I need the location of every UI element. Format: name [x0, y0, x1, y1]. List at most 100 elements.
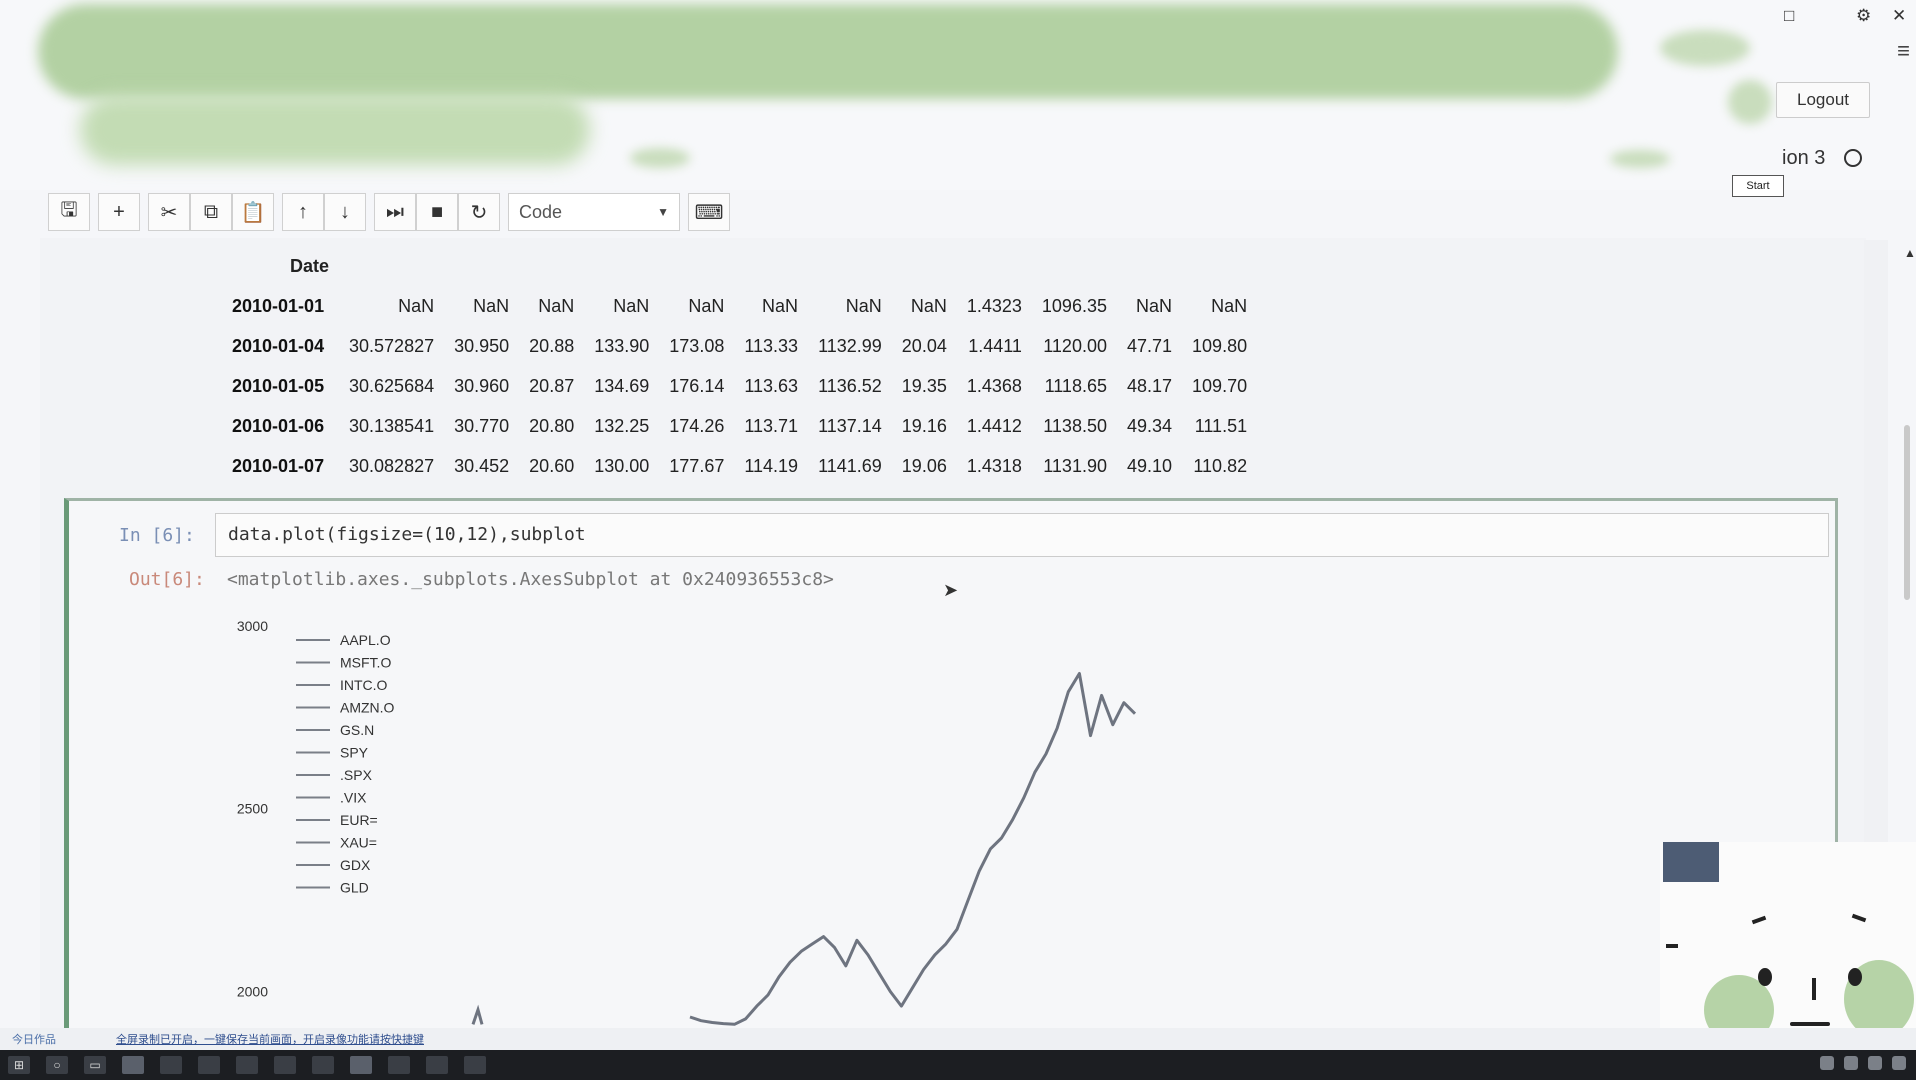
webcam-dark-region — [1663, 842, 1719, 882]
restore-icon[interactable]: □ — [1784, 6, 1794, 26]
table-cell: 113.71 — [744, 415, 799, 436]
table-row: 2010-01-01 NaN NaN NaN NaN NaN NaN NaN NaN 1.4323… — [220, 286, 1257, 326]
table-cell: 19.35 — [901, 375, 947, 396]
legend-label: .SPX — [340, 767, 373, 783]
mouse-cursor-icon: ➤ — [943, 580, 959, 600]
tray-icon[interactable] — [1892, 1056, 1906, 1070]
keyboard-icon[interactable]: ⌨ — [688, 193, 730, 231]
code-editor[interactable]: data.plot(figsize=(10,12),subplot — [215, 513, 1829, 557]
webcam-nose — [1812, 978, 1816, 1000]
move-down-icon[interactable]: ↓ — [324, 193, 366, 231]
table-cell: 1141.69 — [818, 455, 882, 476]
paste-icon[interactable]: 📋 — [232, 193, 274, 231]
app-icon[interactable] — [274, 1056, 296, 1074]
table-cell: NaN — [845, 295, 882, 316]
legend-label: .VIX — [340, 790, 367, 806]
table-cell: 109.70 — [1192, 375, 1248, 396]
table-cell: 113.63 — [744, 375, 799, 396]
app-icon[interactable] — [464, 1056, 486, 1074]
legend-label: AAPL.O — [340, 632, 391, 648]
app-icon[interactable] — [388, 1056, 410, 1074]
settings-icon[interactable]: ⚙ — [1856, 6, 1871, 26]
table-cell: 19.06 — [901, 455, 947, 476]
table-cell: NaN — [473, 295, 510, 316]
output-text: <matplotlib.axes._subplots.AxesSubplot a… — [227, 569, 834, 590]
add-cell-icon[interactable]: + — [98, 193, 140, 231]
table-cell: NaN — [613, 295, 650, 316]
app-icon[interactable] — [236, 1056, 258, 1074]
status-message[interactable]: 全屏录制已开启，一键保存当前画面，开启录像功能请按快捷键 — [116, 1031, 424, 1047]
row-index: 2010-01-07 — [232, 455, 325, 476]
blurred-title-banner — [38, 4, 1618, 99]
save-icon[interactable]: 🖫 — [48, 193, 90, 231]
restart-icon[interactable]: ↻ — [458, 193, 500, 231]
cut-icon[interactable]: ✂ — [148, 193, 190, 231]
table-cell: NaN — [1211, 295, 1248, 316]
stop-icon[interactable]: ■ — [416, 193, 458, 231]
table-cell: 49.34 — [1126, 415, 1173, 436]
legend-label: INTC.O — [340, 677, 388, 693]
tray-icon[interactable] — [1820, 1056, 1834, 1070]
legend-label: GLD — [340, 880, 369, 896]
table-cell: 30.082827 — [349, 455, 435, 476]
table-cell: 48.17 — [1126, 375, 1173, 396]
copy-icon[interactable]: ⧉ — [190, 193, 232, 231]
app-icon[interactable] — [350, 1056, 372, 1074]
table-cell: 20.88 — [529, 335, 575, 356]
table-row: 2010-01-06 30.138541 30.770 20.80 132.25 174.… — [220, 406, 1257, 446]
input-prompt: In [6]: — [119, 525, 195, 546]
run-icon[interactable]: ⏭ — [374, 193, 416, 231]
table-cell: 30.138541 — [349, 415, 435, 436]
table-cell: 1132.99 — [818, 335, 882, 356]
scroll-up-icon[interactable]: ▲ — [1904, 246, 1916, 260]
table-cell: 1120.00 — [1043, 335, 1107, 356]
series-line-fragment — [471, 1004, 484, 1025]
table-cell: 130.00 — [594, 455, 650, 476]
task-view-icon[interactable]: ▭ — [84, 1056, 106, 1074]
system-tray — [1820, 1056, 1906, 1070]
table-cell: 1137.14 — [818, 415, 882, 436]
series-line — [689, 672, 1137, 1026]
row-index: 2010-01-04 — [232, 335, 325, 356]
app-icon[interactable] — [426, 1056, 448, 1074]
table-cell: 47.71 — [1126, 335, 1173, 356]
menu-icon[interactable]: ≡ — [1897, 38, 1910, 64]
taskbar: ⊞ ○ ▭ — [0, 1050, 1916, 1080]
table-cell: 30.625684 — [349, 375, 435, 396]
table-cell: 1.4368 — [966, 375, 1022, 396]
move-up-icon[interactable]: ↑ — [282, 193, 324, 231]
table-cell: 110.82 — [1193, 455, 1248, 476]
table-cell: 30.770 — [454, 415, 510, 436]
tooltip: Start — [1732, 175, 1784, 197]
start-icon[interactable]: ⊞ — [8, 1056, 30, 1074]
app-icon[interactable] — [198, 1056, 220, 1074]
close-icon[interactable]: ✕ — [1892, 6, 1906, 26]
browser-icon[interactable] — [122, 1056, 144, 1074]
legend-label: MSFT.O — [340, 655, 391, 671]
table-cell: 177.67 — [669, 455, 725, 476]
cell-type-select[interactable]: Code ▼ — [508, 193, 680, 231]
logout-button[interactable]: Logout — [1776, 82, 1870, 118]
table-cell: 1.4412 — [966, 415, 1022, 436]
blurred-menu-banner — [80, 95, 590, 165]
table-cell: 109.80 — [1192, 335, 1248, 356]
table-cell: 20.60 — [529, 455, 575, 476]
table-cell: 1.4323 — [966, 295, 1022, 316]
table-cell: 30.950 — [454, 335, 510, 356]
webcam-mouth — [1790, 1022, 1830, 1026]
tray-icon[interactable] — [1844, 1056, 1858, 1070]
row-index: 2010-01-05 — [232, 375, 325, 396]
table-cell: NaN — [538, 295, 575, 316]
app-icon[interactable] — [312, 1056, 334, 1074]
table-cell: 1.4318 — [966, 455, 1022, 476]
legend-label: GS.N — [340, 722, 374, 738]
table-row: 2010-01-04 30.572827 30.950 20.88 133.90 173.… — [220, 326, 1257, 366]
output-prompt: Out[6]: — [129, 569, 205, 590]
search-icon[interactable]: ○ — [46, 1056, 68, 1074]
table-cell: 114.19 — [744, 455, 799, 476]
tray-icon[interactable] — [1868, 1056, 1882, 1070]
table-cell: 30.452 — [454, 455, 510, 476]
scrollbar-thumb[interactable] — [1904, 425, 1910, 600]
table-cell: 133.90 — [594, 335, 650, 356]
folder-icon[interactable] — [160, 1056, 182, 1074]
